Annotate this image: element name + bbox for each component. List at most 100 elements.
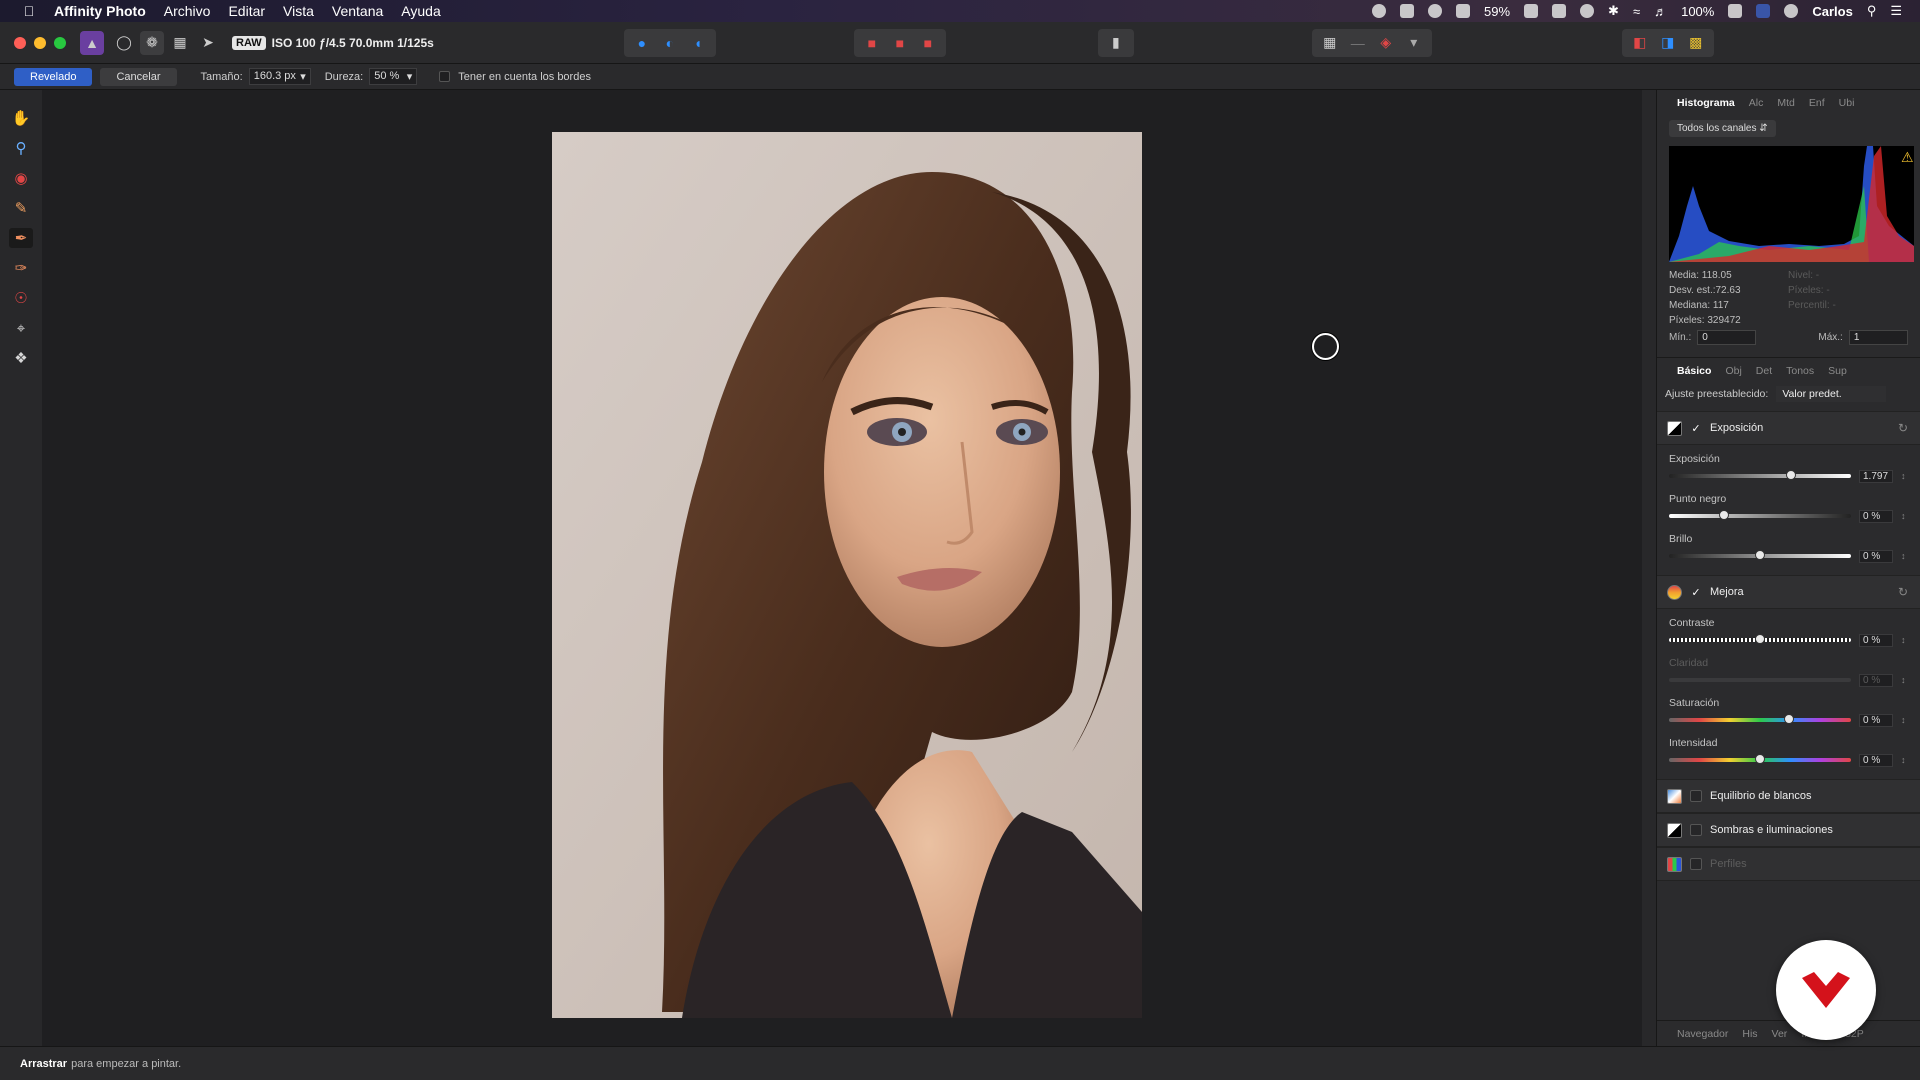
overlay-erase-tool-icon[interactable]: ✑ <box>9 258 33 278</box>
slider-value-input[interactable]: 0 % <box>1859 509 1893 523</box>
stepper-icon[interactable]: ↕ <box>1901 471 1906 481</box>
slider-knob[interactable] <box>1755 550 1765 560</box>
tab-view[interactable]: Ver <box>1772 1028 1788 1040</box>
stepper-icon[interactable]: ↕ <box>1901 755 1906 765</box>
slider-track[interactable] <box>1669 510 1851 520</box>
clip-tones-icon[interactable]: ■ <box>916 31 940 55</box>
profiles-section[interactable]: Perfiles <box>1657 847 1920 881</box>
hardness-field[interactable]: 50 % ▾ <box>369 68 418 85</box>
tab-tones[interactable]: Tonos <box>1786 365 1814 377</box>
export-persona-icon[interactable]: ➤ <box>196 31 220 55</box>
stack-icon[interactable] <box>1456 4 1471 18</box>
slider-track[interactable] <box>1669 754 1851 764</box>
develop-persona-icon[interactable]: ❁ <box>140 30 164 55</box>
stepper-icon[interactable]: ↕ <box>1901 635 1906 645</box>
slider-track[interactable] <box>1669 634 1851 644</box>
panel-color-icon[interactable]: ▩ <box>1684 31 1708 55</box>
grid-icon[interactable]: ▦ <box>1318 31 1342 55</box>
tab-mtd[interactable]: Mtd <box>1777 97 1795 109</box>
slider-value-input[interactable]: 0 % <box>1859 753 1893 767</box>
user-name[interactable]: Carlos <box>1812 4 1852 19</box>
menu-app-name[interactable]: Affinity Photo <box>54 3 146 19</box>
reset-icon[interactable]: ↻ <box>1898 421 1908 435</box>
tab-navigator[interactable]: Navegador <box>1677 1028 1728 1040</box>
crop-tool-icon[interactable]: ⌖ <box>9 318 33 338</box>
slider-track[interactable] <box>1669 678 1851 682</box>
clip-highlights-icon[interactable]: ■ <box>860 31 884 55</box>
tab-alc[interactable]: Alc <box>1749 97 1764 109</box>
shadows-highlights-checkbox[interactable] <box>1690 824 1702 836</box>
slider-value-input[interactable]: 0 % <box>1859 549 1893 563</box>
slider-knob[interactable] <box>1755 634 1765 644</box>
white-balance-tool-icon[interactable]: ❖ <box>9 348 33 368</box>
canvas-area[interactable] <box>42 90 1642 1046</box>
zoom-tool-icon[interactable]: ⚲ <box>9 138 33 158</box>
tab-histogram[interactable]: Histograma <box>1677 97 1735 109</box>
overlay-paint-tool-icon[interactable]: ✒ <box>9 228 33 248</box>
photo-persona-icon[interactable]: ▲ <box>80 30 104 55</box>
wifi-icon[interactable]: ≈ <box>1633 4 1640 19</box>
stepper-icon[interactable]: ↕ <box>1901 551 1906 561</box>
cloud-icon[interactable] <box>1428 4 1443 18</box>
time-machine-icon[interactable] <box>1580 4 1595 18</box>
slider-knob[interactable] <box>1785 470 1796 480</box>
slider-value-input[interactable]: 0 % <box>1859 673 1893 687</box>
clock-icon[interactable] <box>1784 4 1799 18</box>
tab-obj[interactable]: Obj <box>1725 365 1741 377</box>
chevron-down-icon[interactable]: ▾ <box>1402 31 1426 55</box>
tab-enf[interactable]: Enf <box>1809 97 1825 109</box>
bluetooth-icon[interactable]: ✱ <box>1608 3 1619 19</box>
enhance-checkbox[interactable]: ✓ <box>1690 586 1702 599</box>
flag-icon[interactable] <box>1756 4 1771 18</box>
slider-knob[interactable] <box>1784 714 1795 724</box>
develop-button[interactable]: Revelado <box>14 67 93 86</box>
hand-tool-icon[interactable]: ✋ <box>9 108 33 128</box>
red-eye-tool-icon[interactable]: ◉ <box>9 168 33 188</box>
liquify-persona-icon[interactable]: ◯ <box>112 31 136 55</box>
white-balance-section[interactable]: Equilibrio de blancos <box>1657 779 1920 813</box>
menu-ventana[interactable]: Ventana <box>332 3 383 19</box>
slider-track[interactable] <box>1669 550 1851 560</box>
exposure-checkbox[interactable]: ✓ <box>1690 422 1702 435</box>
menu-archivo[interactable]: Archivo <box>164 3 211 19</box>
notification-icon[interactable] <box>1552 4 1567 18</box>
enhance-section[interactable]: ✓ Mejora ↻ <box>1657 575 1920 609</box>
menu-ayuda[interactable]: Ayuda <box>401 3 440 19</box>
slider-track[interactable] <box>1669 470 1851 480</box>
record-icon[interactable] <box>1372 4 1387 18</box>
tab-history[interactable]: His <box>1742 1028 1757 1040</box>
shadows-highlights-section[interactable]: Sombras e iluminaciones <box>1657 813 1920 847</box>
blemish-tool-icon[interactable]: ✎ <box>9 198 33 218</box>
list-icon[interactable]: ☰ <box>1890 3 1902 19</box>
battery-icon[interactable] <box>1728 4 1743 18</box>
slider-knob[interactable] <box>1718 510 1729 520</box>
preset-dropdown[interactable]: Valor predet. <box>1776 386 1887 402</box>
line-icon[interactable]: ― <box>1346 31 1370 55</box>
stepper-icon[interactable]: ↕ <box>1901 715 1906 725</box>
volume-icon[interactable]: ♬ <box>1654 4 1667 19</box>
single-view-icon[interactable]: ● <box>630 31 654 55</box>
overlay-gradient-tool-icon[interactable]: ☉ <box>9 288 33 308</box>
apple-icon[interactable]:  <box>20 3 38 19</box>
cancel-button[interactable]: Cancelar <box>100 67 177 86</box>
display-icon[interactable] <box>1400 4 1415 18</box>
panel-right-icon[interactable]: ◨ <box>1656 31 1680 55</box>
tab-basic[interactable]: Básico <box>1677 365 1711 377</box>
size-field[interactable]: 160.3 px ▾ <box>248 68 311 85</box>
tone-mapping-persona-icon[interactable]: ▦ <box>168 31 192 55</box>
reset-icon[interactable]: ↻ <box>1898 585 1908 599</box>
mirror-view-icon[interactable]: ◖ <box>686 31 710 55</box>
dropbox-icon[interactable] <box>1524 4 1539 18</box>
stepper-icon[interactable]: ↕ <box>1901 675 1906 685</box>
slider-value-input[interactable]: 0 % <box>1859 713 1893 727</box>
max-input[interactable]: 1 <box>1848 330 1908 345</box>
tab-ubi[interactable]: Ubi <box>1839 97 1855 109</box>
profiles-checkbox[interactable] <box>1690 858 1702 870</box>
exposure-section[interactable]: ✓ Exposición ↻ <box>1657 411 1920 445</box>
slider-knob[interactable] <box>1755 754 1765 764</box>
search-icon[interactable]: ⚲ <box>1867 3 1877 19</box>
min-input[interactable]: 0 <box>1697 330 1757 345</box>
white-balance-checkbox[interactable] <box>1690 790 1702 802</box>
close-button[interactable] <box>14 36 26 49</box>
borders-checkbox[interactable] <box>439 71 451 82</box>
